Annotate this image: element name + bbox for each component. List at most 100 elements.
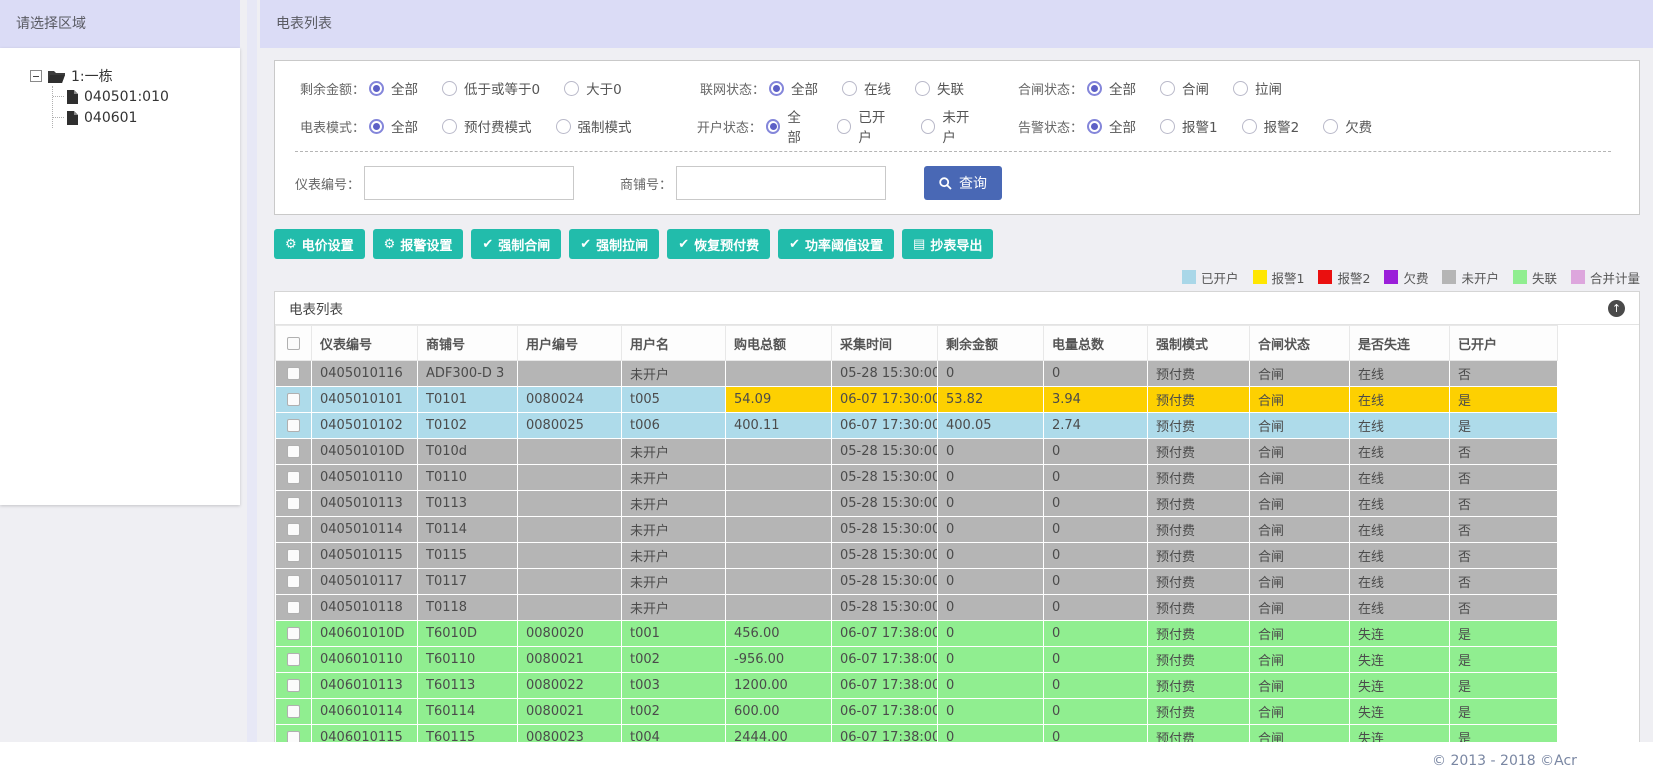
page: 请选择区域 1:一栋 040501:010 040601 电表列表 剩余金额： … <box>0 0 1653 752</box>
search-button[interactable]: 查询 <box>924 166 1003 200</box>
table-cell: T010d <box>417 438 518 465</box>
row-checkbox[interactable] <box>287 497 300 510</box>
table-cell: 预付费 <box>1147 360 1250 387</box>
row-checkbox-cell <box>275 620 312 647</box>
row-checkbox[interactable] <box>287 445 300 458</box>
network-status-filter-option[interactable]: 失联 <box>915 78 964 98</box>
radio-icon[interactable] <box>765 118 781 134</box>
row-checkbox[interactable] <box>287 367 300 380</box>
row-checkbox[interactable] <box>287 549 300 562</box>
radio-icon[interactable] <box>442 118 457 134</box>
row-checkbox[interactable] <box>287 601 300 614</box>
remaining-amount-filter-option[interactable]: 全部 <box>369 78 418 98</box>
table-cell: 06-07 17:38:00 <box>831 620 938 647</box>
radio-icon[interactable] <box>564 80 580 96</box>
alarm-status-filter-option[interactable]: 全部 <box>1087 116 1136 136</box>
account-status-filter-option[interactable]: 已开户 <box>836 106 897 146</box>
radio-icon[interactable] <box>369 118 384 134</box>
row-checkbox[interactable] <box>287 471 300 484</box>
row-checkbox[interactable] <box>287 523 300 536</box>
meter-mode-filter-option[interactable]: 强制模式 <box>555 116 632 136</box>
row-checkbox[interactable] <box>287 575 300 588</box>
tree-collapse-icon[interactable] <box>30 70 42 82</box>
alarm-status-filter-option[interactable]: 报警2 <box>1241 116 1299 136</box>
network-status-filter-option[interactable]: 在线 <box>842 78 891 98</box>
meter-export-button[interactable]: ▤ 抄表导出 <box>902 229 994 259</box>
remaining-amount-filter-option[interactable]: 大于0 <box>564 78 622 98</box>
radio-label: 全部 <box>787 110 801 146</box>
alarm-status-filter-option[interactable]: 欠费 <box>1323 116 1372 136</box>
radio-icon[interactable] <box>555 118 571 134</box>
meter-mode-filter-option[interactable]: 预付费模式 <box>442 116 532 136</box>
radio-icon[interactable] <box>442 80 457 96</box>
row-checkbox[interactable] <box>287 679 300 692</box>
radio-icon[interactable] <box>1241 118 1257 134</box>
tree-leaf-label[interactable]: 040501:010 <box>84 89 169 105</box>
row-checkbox[interactable] <box>287 705 300 718</box>
account-status-filter-option[interactable]: 全部 <box>765 106 813 146</box>
tree-root-label[interactable]: 1:一栋 <box>71 66 113 86</box>
radio-icon[interactable] <box>915 80 930 96</box>
radio-icon[interactable] <box>369 80 384 96</box>
force-close-button[interactable]: ✔ 强制合闸 <box>471 229 562 259</box>
collapse-up-icon[interactable]: ↑ <box>1608 299 1625 317</box>
row-checkbox-cell <box>275 386 312 413</box>
meter-no-input[interactable] <box>364 166 575 200</box>
radio-icon[interactable] <box>769 80 784 96</box>
table-cell: 否 <box>1449 516 1558 543</box>
row-checkbox[interactable] <box>287 393 300 406</box>
tree-leaf-node[interactable]: 040601 <box>53 107 240 128</box>
radio-label: 拉闸 <box>1255 82 1282 98</box>
table-row: 0405010115 T0115 未开户 05-28 15:30:00 0 0 预付费 合闸在… <box>275 542 1558 569</box>
network-status-filter: 联网状态： 全部 在线 失联 <box>687 75 1005 101</box>
table-row: 040601010D T6010D 0080020 t001 456.00 06-07 1… <box>275 620 1558 647</box>
switch-status-filter-option[interactable]: 合闸 <box>1160 78 1209 98</box>
table-cell: 预付费 <box>1147 516 1250 543</box>
tree-leaf-label[interactable]: 040601 <box>84 110 137 126</box>
alarm-setting-button[interactable]: ⚙ 报警设置 <box>372 229 464 259</box>
account-status-filter-option[interactable]: 未开户 <box>920 106 981 146</box>
switch-status-filter-option[interactable]: 拉闸 <box>1233 78 1282 98</box>
table-cell: 3.94 <box>1043 386 1148 413</box>
table-cell: 54.09 <box>725 386 832 413</box>
meter-mode-filter-option[interactable]: 全部 <box>369 116 418 136</box>
table-cell: 0406010113 <box>311 672 418 699</box>
network-status-filter-option[interactable]: 全部 <box>769 78 818 98</box>
table-cell: 0 <box>937 438 1044 465</box>
price-setting-button[interactable]: ⚙ 电价设置 <box>274 229 365 259</box>
restore-prepaid-button[interactable]: ✔ 恢复预付费 <box>667 229 771 259</box>
radio-icon[interactable] <box>1160 80 1175 96</box>
switch-status-filter-option[interactable]: 全部 <box>1087 78 1136 98</box>
alarm-status-filter-option[interactable]: 报警1 <box>1160 116 1218 136</box>
radio-label: 低于或等于0 <box>464 82 541 98</box>
radio-icon[interactable] <box>1160 118 1175 134</box>
table-cell: 预付费 <box>1147 646 1250 673</box>
legend-item: 合并计量 <box>1570 268 1640 287</box>
row-checkbox[interactable] <box>287 627 300 640</box>
radio-icon[interactable] <box>1087 80 1102 96</box>
radio-icon[interactable] <box>1323 118 1339 134</box>
row-checkbox[interactable] <box>287 419 300 432</box>
radio-icon[interactable] <box>920 118 936 134</box>
table-cell: 合闸 <box>1249 646 1350 673</box>
table-cell: 05-28 15:30:00 <box>831 516 938 543</box>
tree-root-node[interactable]: 1:一栋 <box>30 66 240 86</box>
tree-leaf-node[interactable]: 040501:010 <box>53 86 240 107</box>
power-threshold-button[interactable]: ✔ 功率阈值设置 <box>778 229 895 259</box>
force-open-button[interactable]: ✔ 强制拉闸 <box>569 229 660 259</box>
radio-icon[interactable] <box>836 118 852 134</box>
table-head: 仪表编号 商铺号 用户编号 用户名 购电总额 采集时间 剩余金额 电量总数 强制模式 合闸状态 是否… <box>275 325 1558 361</box>
remaining-amount-filter-option[interactable]: 低于或等于0 <box>442 78 540 98</box>
radio-icon[interactable] <box>1087 118 1102 134</box>
table-cell: 0406010114 <box>311 698 418 725</box>
switch-status-filter-label: 合闸状态： <box>1017 82 1083 98</box>
shop-no-input[interactable] <box>676 166 887 200</box>
table-row: 0406010113 T60113 0080022 t003 1200.00 06-07 … <box>275 672 1558 699</box>
select-all-checkbox[interactable] <box>287 336 300 350</box>
row-checkbox[interactable] <box>287 653 300 666</box>
table-cell: 2.74 <box>1043 412 1148 439</box>
legend-label: 欠费 <box>1403 270 1429 286</box>
radio-icon[interactable] <box>842 80 857 96</box>
radio-icon[interactable] <box>1233 80 1248 96</box>
table-cell: 0405010115 <box>311 542 418 569</box>
